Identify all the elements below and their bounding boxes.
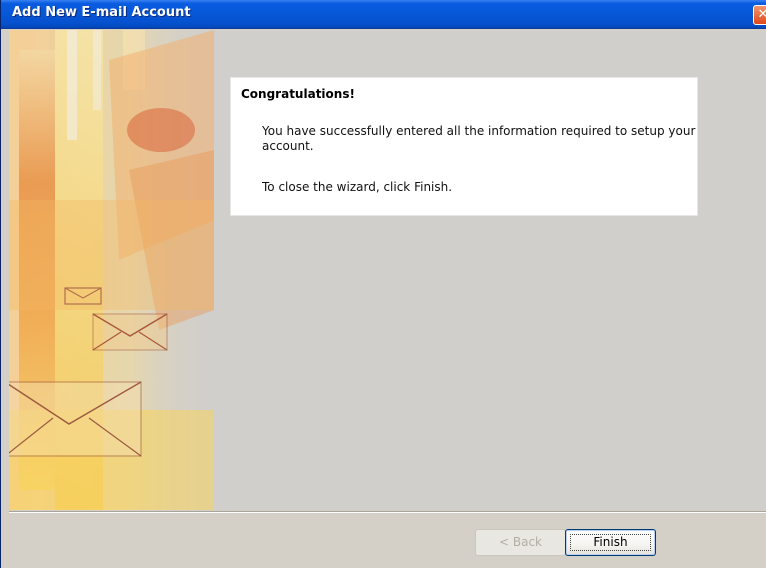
- back-button[interactable]: < Back: [475, 529, 566, 556]
- panel-title: Congratulations!: [241, 87, 355, 101]
- close-icon[interactable]: ✕: [753, 5, 766, 25]
- congratulations-panel: Congratulations! You have successfully e…: [230, 77, 698, 216]
- button-separator: [9, 511, 766, 513]
- wizard-window: Add New E-mail Account ✕ Congratulations…: [0, 0, 766, 568]
- success-message: You have successfully entered all the in…: [262, 124, 696, 153]
- wizard-content: Congratulations! You have successfully e…: [9, 30, 766, 510]
- envelope-illustration: [9, 30, 214, 510]
- close-hint: To close the wizard, click Finish.: [262, 180, 453, 194]
- window-title: Add New E-mail Account: [12, 5, 191, 20]
- finish-button-label: Finish: [593, 535, 628, 549]
- decorative-banner-image: [9, 30, 214, 510]
- title-bar[interactable]: Add New E-mail Account ✕: [1, 0, 766, 29]
- finish-button[interactable]: Finish: [565, 529, 656, 556]
